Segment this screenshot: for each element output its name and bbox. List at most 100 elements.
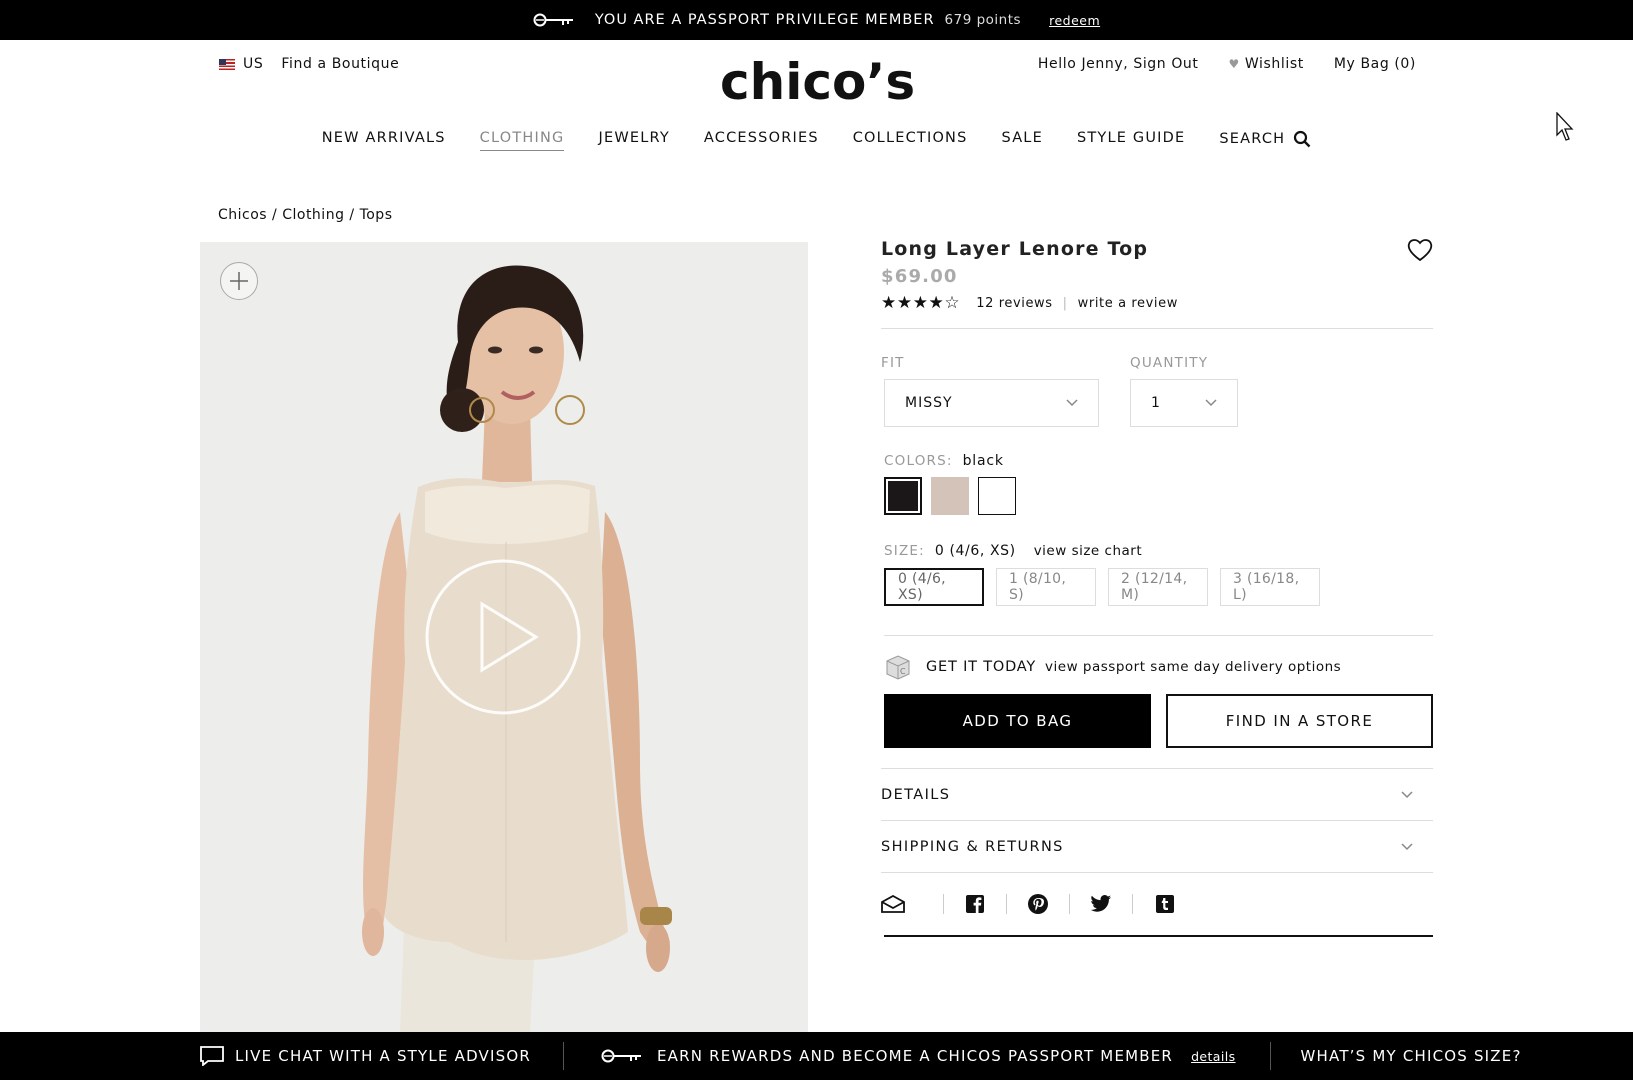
heart-icon: ♥ [1228,57,1240,71]
delivery-box-icon: C [886,655,910,680]
fit-label: FIT [881,355,905,371]
bottom-bar: LIVE CHAT WITH A STYLE ADVISOR EARN REWA… [0,1032,1633,1080]
color-swatch-taupe[interactable] [931,477,969,515]
breadcrumb[interactable]: Chicos / Clothing / Tops [218,207,393,223]
key-icon [601,1049,641,1063]
star-filled-icon: ★ [912,293,929,313]
product-title: Long Layer Lenore Top [881,238,1149,260]
divider [884,635,1433,636]
color-swatches [884,477,1433,515]
live-chat-link[interactable]: LIVE CHAT WITH A STYLE ADVISOR [200,1042,531,1070]
greeting-sign-out-link[interactable]: Hello Jenny, Sign Out [1038,56,1199,72]
star-empty-icon: ☆ [944,293,961,313]
product-details-panel: Long Layer Lenore Top $69.00 ★ ★ ★ ★ ☆ 12 re… [881,238,1433,937]
color-swatch-black[interactable] [884,477,922,515]
view-size-chart-link[interactable]: view size chart [1034,543,1142,559]
size-option[interactable]: 3 (16/18, L) [1220,568,1320,606]
email-icon[interactable] [881,894,944,914]
size-label: SIZE: [884,543,925,559]
chevron-down-icon [1401,842,1413,850]
add-to-wishlist-button[interactable] [1407,238,1433,266]
nav-collections[interactable]: COLLECTIONS [853,130,968,151]
redeem-link[interactable]: redeem [1049,13,1100,28]
quantity-select[interactable]: 1 [1130,379,1238,427]
write-review-link[interactable]: write a review [1078,296,1178,311]
details-accordion[interactable]: DETAILS [881,769,1433,821]
divider [1269,1042,1271,1070]
star-rating[interactable]: ★ ★ ★ ★ ☆ [881,295,960,312]
key-icon [533,11,575,29]
colors-label: COLORS: [884,453,953,469]
fit-value: MISSY [905,395,953,411]
pinterest-icon[interactable] [1007,894,1070,914]
account-links: Hello Jenny, Sign Out ♥ Wishlist My Bag … [1038,56,1416,72]
size-option[interactable]: 0 (4/6, XS) [884,568,984,606]
colors-row: COLORS: black [884,453,1433,469]
play-icon [425,559,581,715]
nav-sale[interactable]: SALE [1002,130,1043,151]
size-option[interactable]: 2 (12/14, M) [1108,568,1208,606]
nav-new-arrivals[interactable]: NEW ARRIVALS [322,130,446,151]
product-price: $69.00 [881,266,958,287]
plus-icon [230,272,248,290]
selected-color: black [962,453,1004,469]
facebook-icon[interactable] [944,894,1007,914]
rewards-label: EARN REWARDS AND BECOME A CHICOS PASSPOR… [657,1047,1174,1065]
star-filled-icon: ★ [881,293,897,313]
chevron-down-icon [1066,399,1078,407]
divider [884,935,1433,937]
zoom-button[interactable] [220,262,258,300]
delivery-options-link[interactable]: view passport same day delivery options [1045,659,1341,675]
nav-clothing[interactable]: CLOTHING [479,130,565,151]
svg-text:C: C [900,667,906,676]
locale-bar: US Find a Boutique [219,56,399,72]
nav-jewelry[interactable]: JEWELRY [598,130,669,151]
wishlist-label: Wishlist [1244,56,1304,72]
reviews-link[interactable]: 12 reviews [976,296,1052,311]
add-to-bag-button[interactable]: ADD TO BAG [884,694,1151,748]
rating-row: ★ ★ ★ ★ ☆ 12 reviews | write a review [881,295,1433,312]
fit-quantity-row: FIT MISSY QUANTITY 1 [881,355,1433,427]
details-label: DETAILS [881,786,951,803]
size-options: 0 (4/6, XS) 1 (8/10, S) 2 (12/14, M) 3 (… [884,568,1433,606]
live-chat-label: LIVE CHAT WITH A STYLE ADVISOR [235,1047,531,1065]
member-status-text: YOU ARE A PASSPORT PRIVILEGE MEMBER [594,12,935,28]
selected-size: 0 (4/6, XS) [934,543,1016,559]
find-boutique-link[interactable]: Find a Boutique [281,56,399,72]
rewards-details-link[interactable]: details [1191,1049,1235,1064]
wishlist-link[interactable]: ♥ Wishlist [1229,56,1304,72]
us-flag-icon[interactable] [219,58,235,70]
chicos-logo[interactable]: chico’s [720,52,915,112]
chevron-down-icon [1205,399,1217,407]
passport-rewards-banner: EARN REWARDS AND BECOME A CHICOS PASSPOR… [601,1042,1236,1070]
nav-search[interactable]: SEARCH [1219,130,1311,151]
divider [881,328,1433,329]
divider [563,1042,564,1070]
points-count: 679 points [944,12,1022,28]
divider: | [1062,296,1068,311]
tumblr-icon[interactable] [1133,894,1196,914]
nav-style-guide[interactable]: STYLE GUIDE [1077,130,1185,151]
chicos-size-link[interactable]: WHAT’S MY CHICOS SIZE? [1301,1042,1522,1070]
shipping-returns-label: SHIPPING & RETURNS [881,838,1064,855]
country-selector[interactable]: US [243,56,263,72]
color-swatch-white[interactable] [978,477,1016,515]
product-image[interactable] [200,242,808,1032]
same-day-delivery-row: C GET IT TODAY view passport same day de… [884,654,1433,680]
play-video-button[interactable] [424,558,582,716]
star-filled-icon: ★ [928,293,945,313]
nav-accessories[interactable]: ACCESSORIES [704,130,819,151]
size-option[interactable]: 1 (8/10, S) [996,568,1096,606]
my-bag-link[interactable]: My Bag (0) [1334,56,1416,72]
get-it-today-label: GET IT TODAY [926,659,1037,675]
find-in-store-button[interactable]: FIND IN A STORE [1166,694,1433,748]
heart-outline-icon [1407,239,1433,262]
twitter-icon[interactable] [1070,894,1133,914]
share-icons [881,873,1433,935]
fit-select[interactable]: MISSY [884,379,1099,427]
star-filled-icon: ★ [896,293,913,313]
shipping-returns-accordion[interactable]: SHIPPING & RETURNS [881,821,1433,873]
chat-bubble-icon [200,1046,224,1066]
size-row: SIZE: 0 (4/6, XS) view size chart [884,543,1433,559]
passport-promo-bar: YOU ARE A PASSPORT PRIVILEGE MEMBER 679 … [0,0,1633,40]
